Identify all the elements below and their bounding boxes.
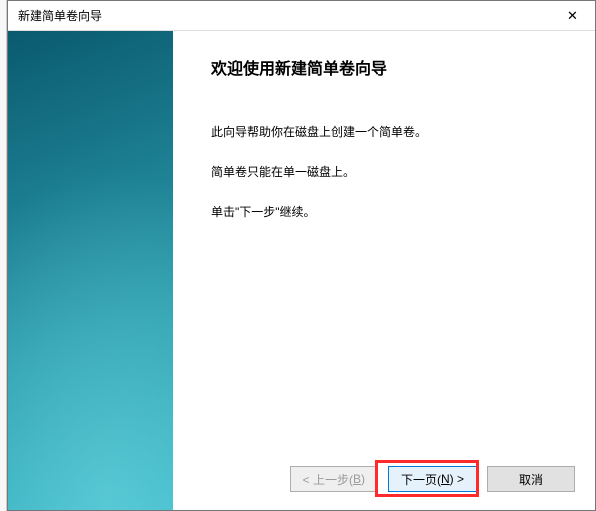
next-button-prefix: 下一页( <box>401 471 441 488</box>
wizard-main-panel: 欢迎使用新建简单卷向导 此向导帮助你在磁盘上创建一个简单卷。 简单卷只能在单一磁… <box>173 31 595 510</box>
wizard-content: 欢迎使用新建简单卷向导 此向导帮助你在磁盘上创建一个简单卷。 简单卷只能在单一磁… <box>8 31 595 510</box>
next-button[interactable]: 下一页(N) > <box>388 466 477 492</box>
back-button-prefix: < 上一步( <box>303 471 353 488</box>
wizard-paragraph-1: 此向导帮助你在磁盘上创建一个简单卷。 <box>211 123 563 141</box>
close-icon: ✕ <box>567 8 578 24</box>
wizard-paragraph-3: 单击"下一步"继续。 <box>211 203 563 221</box>
next-button-mnemonic: N <box>441 472 450 486</box>
back-button-mnemonic: B <box>353 472 361 486</box>
back-button-suffix: ) <box>361 472 365 486</box>
close-button[interactable]: ✕ <box>550 1 595 31</box>
next-button-suffix: ) > <box>450 472 464 486</box>
wizard-window: 新建简单卷向导 ✕ 欢迎使用新建简单卷向导 此向导帮助你在磁盘上创建一个简单卷。… <box>7 0 596 511</box>
background-left-strip <box>0 0 7 511</box>
wizard-side-banner <box>8 31 173 510</box>
cancel-button[interactable]: 取消 <box>487 466 575 492</box>
cancel-button-label: 取消 <box>519 471 543 488</box>
titlebar: 新建简单卷向导 ✕ <box>8 1 595 31</box>
wizard-paragraph-2: 简单卷只能在单一磁盘上。 <box>211 163 563 181</box>
wizard-button-row: < 上一步(B) 下一页(N) > 取消 <box>290 466 575 492</box>
back-button: < 上一步(B) <box>290 466 378 492</box>
wizard-heading: 欢迎使用新建简单卷向导 <box>211 55 563 79</box>
window-title: 新建简单卷向导 <box>18 7 102 24</box>
